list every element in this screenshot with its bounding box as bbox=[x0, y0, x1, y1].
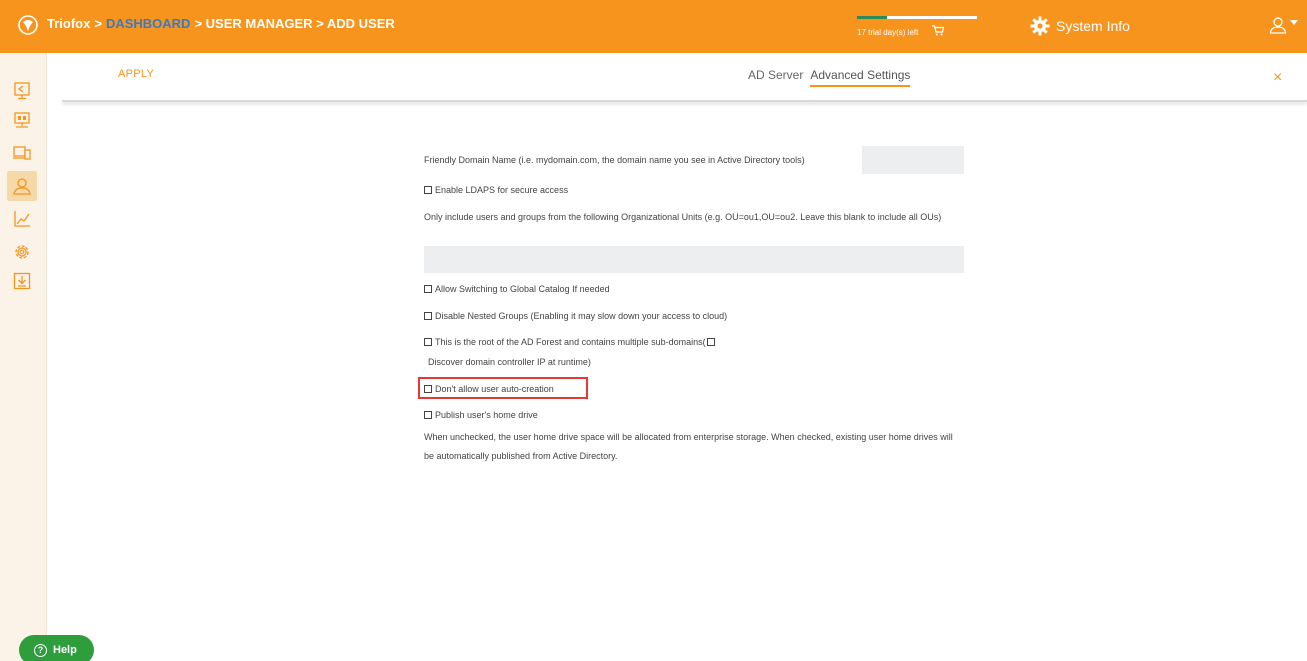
sidebar-item-settings[interactable] bbox=[7, 237, 37, 267]
discover-dc-checkbox[interactable] bbox=[706, 338, 715, 346]
brand-name[interactable]: Triofox bbox=[47, 16, 90, 31]
publish-home-drive-option[interactable]: Publish user's home drive bbox=[424, 410, 538, 420]
user-account-menu[interactable] bbox=[1269, 16, 1298, 34]
global-catalog-option[interactable]: Allow Switching to Global Catalog If nee… bbox=[424, 284, 610, 294]
enable-ldaps-checkbox[interactable] bbox=[424, 186, 432, 194]
cloud-server-icon bbox=[14, 112, 30, 128]
help-button[interactable]: ? Help bbox=[19, 635, 94, 661]
no-auto-creation-label: Don't allow user auto-creation bbox=[435, 384, 554, 394]
disable-nested-groups-checkbox[interactable] bbox=[424, 312, 432, 320]
gear-icon bbox=[1030, 16, 1050, 36]
no-auto-creation-checkbox[interactable] bbox=[424, 385, 432, 393]
breadcrumb: Triofox > DASHBOARD > USER MANAGER > ADD US… bbox=[47, 16, 399, 31]
devices-icon bbox=[13, 146, 31, 160]
download-icon bbox=[13, 272, 31, 290]
friendly-domain-input[interactable] bbox=[862, 146, 964, 174]
settings-tabs: AD Server Advanced Settings bbox=[748, 68, 911, 87]
trial-indicator[interactable]: 17 trial day(s) left bbox=[855, 16, 981, 42]
sidebar-item-devices[interactable] bbox=[7, 138, 37, 168]
help-question-icon: ? bbox=[34, 643, 47, 657]
sidebar bbox=[0, 53, 47, 661]
global-catalog-checkbox[interactable] bbox=[424, 285, 432, 293]
system-info-label: System Info bbox=[1056, 18, 1130, 34]
breadcrumb-current: > USER MANAGER > ADD USER bbox=[194, 16, 395, 31]
apply-button[interactable]: APPLY bbox=[118, 68, 154, 80]
ad-forest-root-checkbox[interactable] bbox=[424, 338, 432, 346]
trial-progress-fill bbox=[857, 16, 887, 19]
cart-icon[interactable] bbox=[932, 25, 944, 36]
chevron-down-icon bbox=[1290, 19, 1298, 25]
enable-ldaps-option[interactable]: Enable LDAPS for secure access bbox=[424, 185, 568, 195]
ou-filter-label: Only include users and groups from the f… bbox=[424, 212, 942, 222]
publish-home-drive-label: Publish user's home drive bbox=[435, 410, 538, 420]
ad-forest-root-option[interactable]: This is the root of the AD Forest and co… bbox=[424, 337, 718, 347]
breadcrumb-separator: > bbox=[94, 16, 102, 31]
user-icon bbox=[1269, 17, 1287, 34]
sidebar-item-users[interactable] bbox=[7, 171, 37, 201]
trial-progress-bar bbox=[857, 16, 977, 19]
triofox-logo-icon[interactable] bbox=[17, 14, 39, 36]
sidebar-item-dashboard[interactable] bbox=[7, 76, 37, 106]
publish-home-drive-description: When unchecked, the user home drive spac… bbox=[424, 432, 953, 461]
header-divider bbox=[62, 100, 1307, 102]
close-icon[interactable]: × bbox=[1273, 70, 1282, 86]
trial-days-left: 17 trial day(s) left bbox=[857, 28, 919, 37]
dashboard-icon bbox=[14, 82, 30, 100]
ou-filter-input[interactable] bbox=[424, 246, 964, 273]
publish-home-drive-checkbox[interactable] bbox=[424, 411, 432, 419]
system-info-button[interactable]: System Info bbox=[1030, 15, 1130, 37]
sidebar-item-reports[interactable] bbox=[7, 204, 37, 234]
top-bar: Triofox > DASHBOARD > USER MANAGER > ADD US… bbox=[0, 0, 1307, 53]
tab-ad-server[interactable]: AD Server bbox=[748, 68, 803, 87]
sidebar-item-cloud-server[interactable] bbox=[7, 105, 37, 135]
sidebar-item-download[interactable] bbox=[7, 266, 37, 296]
reports-chart-icon bbox=[14, 211, 30, 227]
users-icon bbox=[13, 178, 31, 195]
discover-dc-label: Discover domain controller IP at runtime… bbox=[428, 357, 591, 367]
disable-nested-groups-option[interactable]: Disable Nested Groups (Enabling it may s… bbox=[424, 311, 727, 321]
ad-forest-root-label: This is the root of the AD Forest and co… bbox=[435, 337, 706, 347]
tab-advanced-settings[interactable]: Advanced Settings bbox=[810, 68, 911, 87]
enable-ldaps-label: Enable LDAPS for secure access bbox=[435, 185, 569, 195]
disable-nested-groups-label: Disable Nested Groups (Enabling it may s… bbox=[435, 311, 728, 321]
friendly-domain-label: Friendly Domain Name (i.e. mydomain.com,… bbox=[424, 155, 805, 165]
settings-gear-icon bbox=[15, 245, 29, 259]
no-auto-creation-option[interactable]: Don't allow user auto-creation bbox=[424, 384, 554, 394]
breadcrumb-dashboard-link[interactable]: DASHBOARD bbox=[106, 16, 191, 31]
help-label: Help bbox=[53, 644, 77, 656]
global-catalog-label: Allow Switching to Global Catalog If nee… bbox=[435, 284, 610, 294]
